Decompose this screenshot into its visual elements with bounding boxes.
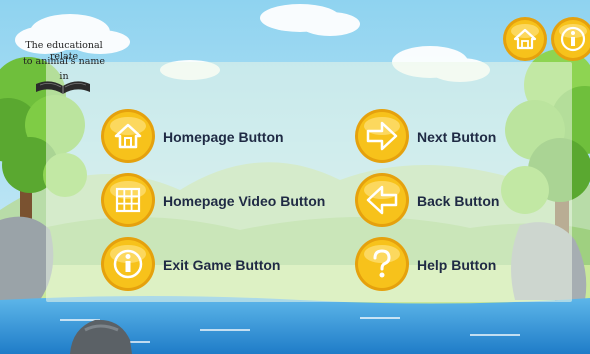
homepage-button[interactable]	[100, 108, 156, 164]
back-button[interactable]	[354, 172, 410, 228]
info-icon	[101, 237, 155, 291]
home-icon	[101, 109, 155, 163]
homepage-video-button[interactable]	[100, 172, 156, 228]
next-button[interactable]	[354, 108, 410, 164]
homepage-video-button-label: Homepage Video Button	[163, 193, 326, 209]
home-icon	[503, 17, 547, 61]
help-button-label: Help Button	[417, 257, 497, 273]
exit-game-button[interactable]	[100, 236, 156, 292]
info-icon	[551, 17, 590, 61]
arrow-right-icon	[355, 109, 409, 163]
homepage-button-label: Homepage Button	[163, 129, 284, 145]
help-button[interactable]	[354, 236, 410, 292]
exit-game-button-label: Exit Game Button	[163, 257, 281, 273]
game-scene: The educational relate to animal's name …	[0, 0, 590, 354]
grid-icon	[101, 173, 155, 227]
open-book-icon	[36, 81, 90, 94]
arrow-left-icon	[355, 173, 409, 227]
question-icon	[355, 237, 409, 291]
back-button-label: Back Button	[417, 193, 500, 209]
top-info-button[interactable]	[550, 16, 590, 62]
next-button-label: Next Button	[417, 129, 497, 145]
top-home-button[interactable]	[502, 16, 548, 62]
logo-line-2: to animal's name	[22, 56, 105, 67]
